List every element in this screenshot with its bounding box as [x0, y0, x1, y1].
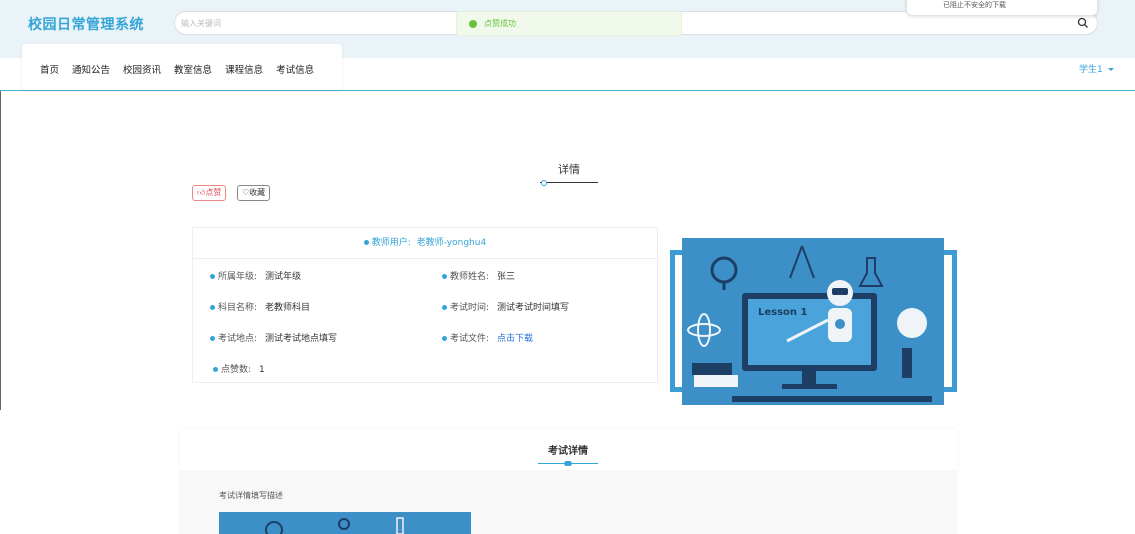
nav-item-home[interactable]: 首页 — [40, 62, 59, 76]
nav-item-classrooms[interactable]: 教室信息 — [174, 62, 212, 76]
download-blocked-popup[interactable]: 已阻止不安全的下载 — [906, 0, 1098, 16]
bullet-dot-icon — [210, 274, 215, 279]
detail-title-underline — [540, 182, 598, 183]
detail-title-dot — [541, 180, 547, 186]
download-notice: 已阻止不安全的下载 — [943, 1, 1006, 9]
teacher-name-label: 教师姓名: — [450, 272, 490, 282]
bullet-dot-icon — [442, 336, 447, 341]
search-icon[interactable] — [1077, 17, 1089, 29]
caret-down-icon — [1107, 68, 1114, 71]
subject-field: 科目名称: 老教师科目 — [210, 300, 310, 313]
likes-field: 点赞数: 1 — [213, 362, 265, 375]
bullet-dot-icon — [363, 240, 369, 245]
likes-value: 1 — [259, 365, 265, 375]
nav-item-courses[interactable]: 课程信息 — [225, 62, 263, 76]
nav-item-exams[interactable]: 考试信息 — [276, 62, 314, 76]
lesson-illustration: Lesson 1 — [682, 238, 944, 405]
favorite-button-label: 收藏 — [249, 188, 266, 197]
exam-time-field: 考试时间: 测试考试时间填写 — [442, 300, 569, 313]
toast-message: 点赞成功 — [484, 19, 516, 28]
bullet-dot-icon — [210, 336, 215, 341]
subject-label: 科目名称: — [218, 303, 258, 313]
download-link[interactable]: 点击下载 — [497, 334, 533, 344]
exam-place-label: 考试地点: — [218, 334, 258, 344]
exam-time-value: 测试考试时间填写 — [497, 303, 570, 313]
user-menu[interactable]: 学生1 — [1079, 62, 1114, 75]
success-toast: 点赞成功 — [456, 11, 682, 36]
window-edge — [0, 90, 1, 410]
bullet-dot-icon — [442, 305, 447, 310]
teacher-user-row: 教师用户: 老教师-yonghu4 — [193, 228, 657, 259]
grade-value: 测试年级 — [265, 272, 302, 282]
detail-title: 详情 — [558, 163, 580, 176]
exam-detail-image — [219, 512, 471, 534]
site-brand[interactable]: 校园日常管理系统 — [28, 14, 144, 34]
like-button-label: 点赞 — [205, 188, 222, 197]
exam-detail-title-dot — [564, 461, 572, 466]
subject-value: 老教师科目 — [265, 303, 311, 313]
exam-place-value: 测试考试地点填写 — [265, 334, 338, 344]
search-input[interactable] — [181, 15, 441, 31]
exam-detail-section: 考试详情 考试详情填写描述 — [180, 429, 957, 534]
teacher-user-value: 老教师-yonghu4 — [416, 238, 487, 248]
bullet-dot-icon — [442, 274, 447, 279]
grade-label: 所属年级: — [218, 272, 258, 282]
likes-label: 点赞数: — [221, 365, 252, 375]
favorite-button[interactable]: ♡收藏 — [237, 185, 271, 201]
user-name: 学生1 — [1079, 65, 1103, 75]
nav-menu: 首页 通知公告 校园资讯 教室信息 课程信息 考试信息 — [40, 62, 327, 76]
like-button[interactable]: 👍︎点赞 — [192, 185, 227, 201]
teacher-user-label: 教师用户: — [371, 238, 411, 248]
exam-file-label: 考试文件: — [450, 334, 490, 344]
lesson-text: Lesson 1 — [758, 307, 808, 318]
exam-file-field: 考试文件: 点击下载 — [442, 331, 533, 344]
nav-item-news[interactable]: 校园资讯 — [123, 62, 161, 76]
nav-item-notices[interactable]: 通知公告 — [72, 62, 110, 76]
check-circle-icon — [469, 20, 477, 28]
teacher-name-field: 教师姓名: 张三 — [442, 269, 515, 282]
bullet-dot-icon — [213, 367, 218, 372]
teacher-name-value: 张三 — [497, 272, 516, 282]
exam-time-label: 考试时间: — [450, 303, 490, 313]
exam-detail-title: 考试详情 — [548, 446, 588, 457]
bullet-dot-icon — [210, 305, 215, 310]
exam-info-card: 教师用户: 老教师-yonghu4 所属年级: 测试年级 教师姓名: 张三 科目名称… — [192, 227, 658, 383]
grade-field: 所属年级: 测试年级 — [210, 269, 301, 282]
exam-detail-description: 考试详情填写描述 — [219, 491, 283, 500]
exam-place-field: 考试地点: 测试考试地点填写 — [210, 331, 337, 344]
